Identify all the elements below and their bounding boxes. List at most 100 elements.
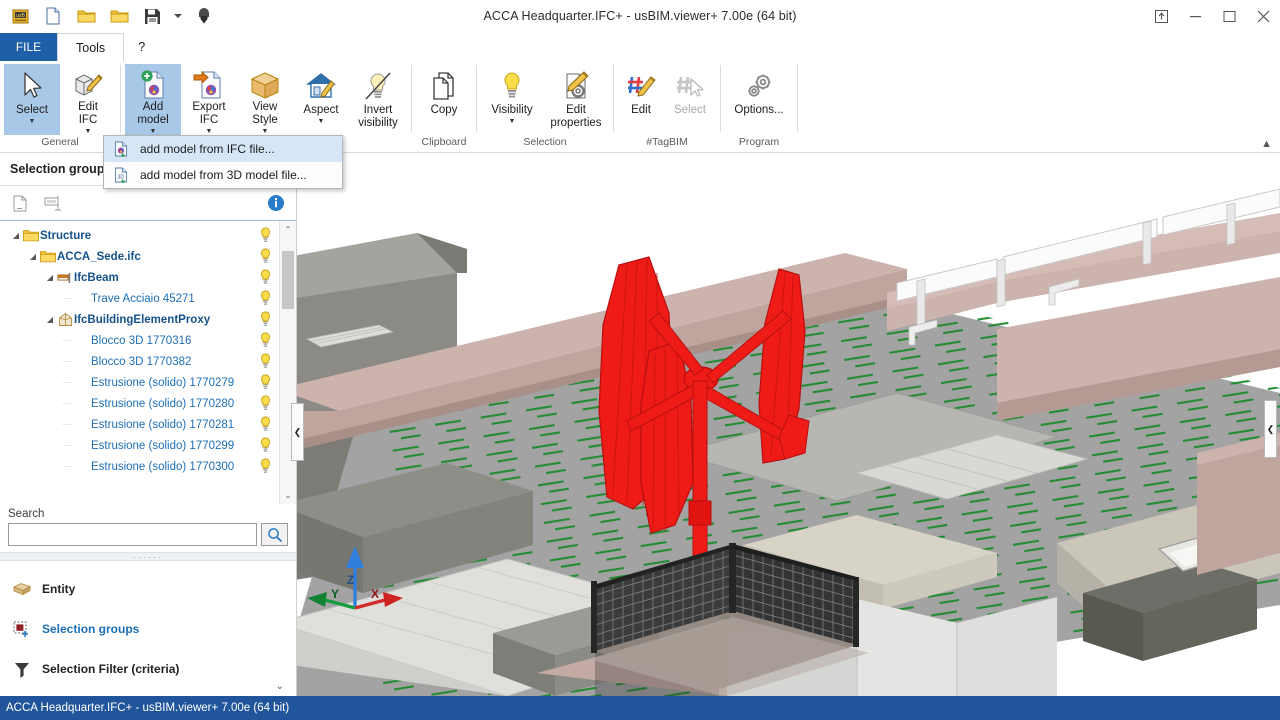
tree-scroll-up-button[interactable]: ⌃ bbox=[280, 221, 296, 238]
selection-groups-icon bbox=[12, 621, 32, 638]
tree-expander-icon[interactable]: ◢ bbox=[44, 273, 56, 282]
tree-item[interactable]: ⋯ Estrusione (solido) 1770279 bbox=[0, 372, 278, 393]
visibility-bulb-icon[interactable] bbox=[259, 290, 272, 309]
ribbon-collapse-button[interactable]: ▲ bbox=[1261, 138, 1272, 150]
edit-properties-button[interactable]: Edit properties bbox=[543, 64, 609, 135]
visibility-bulb-icon[interactable] bbox=[259, 227, 272, 246]
visibility-bulb-icon[interactable] bbox=[259, 269, 272, 288]
open-folder-icon[interactable] bbox=[74, 4, 98, 28]
options-button-label: Options... bbox=[734, 104, 784, 116]
export-ifc-icon bbox=[193, 68, 225, 101]
nav-entity[interactable]: Entity bbox=[0, 569, 296, 609]
search-input[interactable] bbox=[8, 523, 257, 546]
download-icon[interactable] bbox=[192, 4, 216, 28]
select-caret-icon[interactable]: ▼ bbox=[29, 118, 36, 125]
tree-item[interactable]: ◢ ACCA_Sede.ifc bbox=[0, 246, 278, 267]
tree-expander-icon[interactable]: ◢ bbox=[44, 315, 56, 324]
visibility-bulb-icon[interactable] bbox=[259, 353, 272, 372]
nav-selection-groups[interactable]: Selection groups bbox=[0, 609, 296, 649]
visibility-bulb-icon[interactable] bbox=[259, 311, 272, 330]
tree-item[interactable]: ⋯ Trave Acciaio 45271 bbox=[0, 288, 278, 309]
app-logo-icon[interactable]: usB bbox=[8, 4, 32, 28]
add-model-dropdown-menu[interactable]: add model from IFC file... 3D add model fr… bbox=[103, 135, 343, 189]
visibility-bulb-icon[interactable] bbox=[259, 374, 272, 393]
add-model-button[interactable]: Add model ▼ bbox=[125, 64, 181, 135]
model3d-file-icon: 3D bbox=[112, 167, 130, 183]
3d-scene: Z X Y bbox=[297, 153, 1280, 696]
axis-y-label: Y bbox=[331, 587, 339, 601]
menu-add-model-from-3d[interactable]: 3D add model from 3D model file... bbox=[104, 162, 342, 188]
ifc-file-icon bbox=[112, 141, 130, 157]
collapse-right-panel-button[interactable]: ❮ bbox=[1264, 400, 1277, 458]
add-model-caret-icon[interactable]: ▼ bbox=[150, 128, 157, 135]
visibility-bulb-icon[interactable] bbox=[259, 248, 272, 267]
tag-select-button-label: Select bbox=[674, 104, 706, 116]
panel-splitter[interactable]: ······ bbox=[0, 552, 296, 562]
export-ifc-caret-icon[interactable]: ▼ bbox=[206, 128, 213, 135]
tag-edit-button[interactable]: Edit bbox=[618, 64, 664, 135]
3d-viewport[interactable]: Z X Y bbox=[297, 153, 1280, 696]
restore-down-button[interactable] bbox=[1144, 0, 1178, 33]
tree-item[interactable]: ⋯ Blocco 3D 1770316 bbox=[0, 330, 278, 351]
info-icon[interactable] bbox=[266, 193, 286, 213]
visibility-bulb-icon[interactable] bbox=[259, 458, 272, 477]
tree-item[interactable]: ⋯ Estrusione (solido) 1770300 bbox=[0, 456, 278, 477]
ribbon-group-tagbim-label: #TagBIM bbox=[646, 136, 688, 148]
copy-button[interactable]: Copy bbox=[416, 64, 472, 135]
tree-item[interactable]: ⋯ Estrusione (solido) 1770299 bbox=[0, 435, 278, 456]
visibility-caret-icon[interactable]: ▼ bbox=[509, 118, 516, 125]
tree-item[interactable]: ◢ IfcBeam bbox=[0, 267, 278, 288]
tree-expander-icon[interactable]: ◢ bbox=[10, 231, 22, 240]
tab-tools[interactable]: Tools bbox=[57, 33, 125, 61]
save-icon[interactable] bbox=[140, 4, 164, 28]
tree-item[interactable]: ⋯ Estrusione (solido) 1770281 bbox=[0, 414, 278, 435]
tree-item[interactable]: ⋯ Estrusione (solido) 1770280 bbox=[0, 393, 278, 414]
visibility-bulb-icon[interactable] bbox=[259, 332, 272, 351]
invert-visibility-button[interactable]: Invert visibility bbox=[349, 64, 407, 135]
tree-scrollbar[interactable]: ⌃ ⌄ bbox=[279, 221, 296, 504]
edit-ifc-caret-icon[interactable]: ▼ bbox=[85, 128, 92, 135]
edit-ifc-button[interactable]: Edit IFC ▼ bbox=[60, 64, 116, 135]
visibility-button[interactable]: Visibility ▼ bbox=[481, 64, 543, 135]
nav-selection-filter[interactable]: Selection Filter (criteria) bbox=[0, 649, 296, 689]
minimize-button[interactable] bbox=[1178, 0, 1212, 33]
new-group-icon[interactable] bbox=[10, 193, 30, 213]
visibility-bulb-icon[interactable] bbox=[259, 437, 272, 456]
ribbon-group-clipboard: Copy Clipboard bbox=[412, 61, 476, 152]
menu-add-model-from-ifc[interactable]: add model from IFC file... bbox=[104, 136, 342, 162]
select-button[interactable]: Select ▼ bbox=[4, 64, 60, 135]
view-style-button[interactable]: View Style ▼ bbox=[237, 64, 293, 135]
panel-more-button[interactable]: ⌄ bbox=[276, 681, 284, 692]
close-button[interactable] bbox=[1246, 0, 1280, 33]
visibility-bulb-icon[interactable] bbox=[259, 416, 272, 435]
search-button[interactable] bbox=[261, 523, 288, 546]
entity-icon bbox=[12, 581, 32, 597]
menu-add-model-from-3d-label: add model from 3D model file... bbox=[140, 168, 307, 182]
tag-select-button[interactable]: Select bbox=[664, 64, 716, 135]
maximize-button[interactable] bbox=[1212, 0, 1246, 33]
tab-help[interactable]: ? bbox=[124, 33, 160, 61]
aspect-caret-icon[interactable]: ▼ bbox=[318, 118, 325, 125]
hash-cursor-icon bbox=[675, 68, 705, 104]
visibility-bulb-icon[interactable] bbox=[259, 395, 272, 414]
recent-folder-icon[interactable] bbox=[107, 4, 131, 28]
export-ifc-button[interactable]: Export IFC ▼ bbox=[181, 64, 237, 135]
edit-properties-button-label: Edit properties bbox=[550, 104, 602, 129]
collapse-left-panel-button[interactable]: ❮ bbox=[291, 403, 304, 461]
tree-item[interactable]: ◢ IfcBuildingElementProxy bbox=[0, 309, 278, 330]
tree-expander-icon[interactable]: ◢ bbox=[27, 252, 39, 261]
tree-item[interactable]: ⋯ Blocco 3D 1770382 bbox=[0, 351, 278, 372]
tree-scroll-thumb[interactable] bbox=[282, 251, 294, 309]
tree-item[interactable]: ◢ Structure bbox=[0, 225, 278, 246]
view-style-caret-icon[interactable]: ▼ bbox=[262, 128, 269, 135]
selection-tree: ◢ Structure ◢ ACCA_Sede.ifc ◢ IfcBeam ⋯ Trave A… bbox=[0, 221, 278, 504]
copy-button-label: Copy bbox=[430, 104, 458, 116]
aspect-button[interactable]: Aspect ▼ bbox=[293, 64, 349, 135]
tree-scroll-down-button[interactable]: ⌄ bbox=[280, 487, 296, 504]
beam-icon bbox=[56, 271, 74, 285]
save-dropdown-icon[interactable] bbox=[173, 4, 183, 28]
rename-group-icon[interactable] bbox=[44, 193, 64, 213]
new-file-icon[interactable] bbox=[41, 4, 65, 28]
options-button[interactable]: Options... bbox=[725, 64, 793, 135]
tab-file[interactable]: FILE bbox=[0, 33, 57, 61]
